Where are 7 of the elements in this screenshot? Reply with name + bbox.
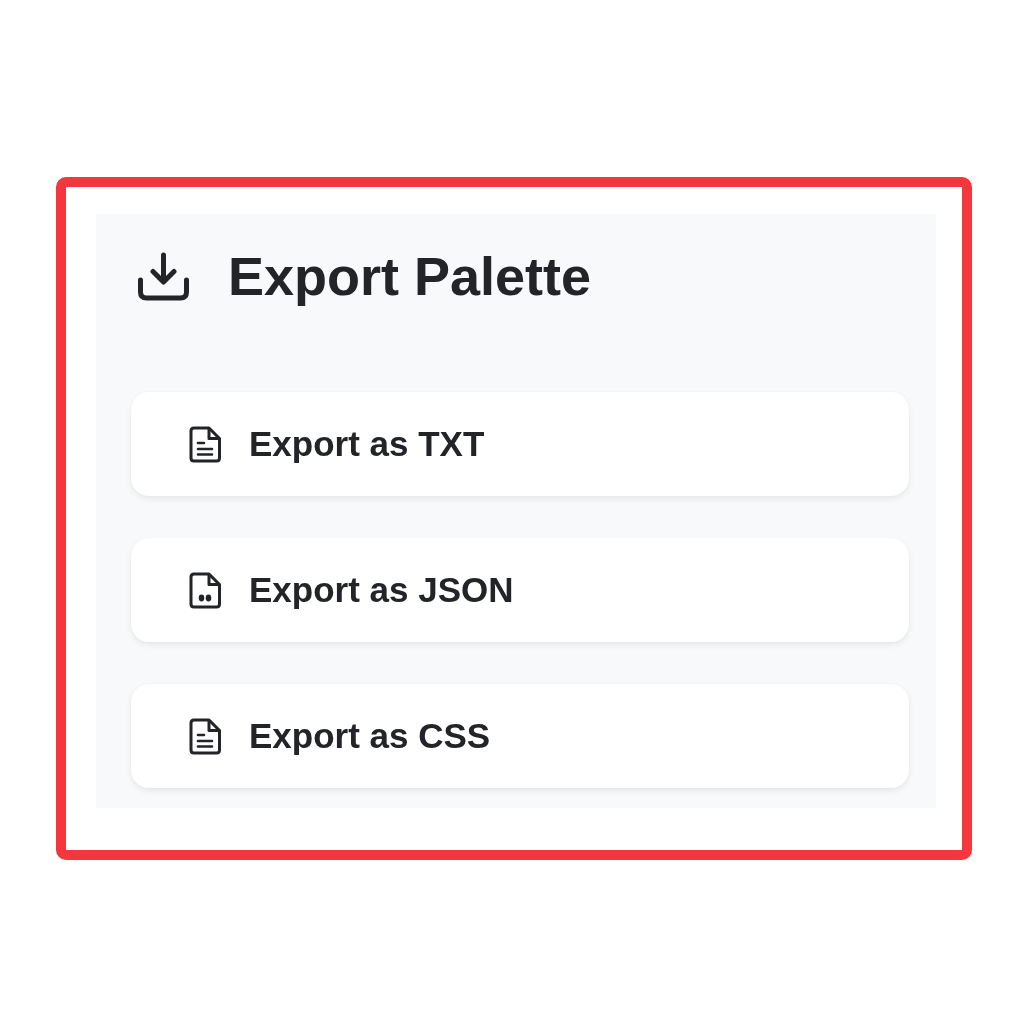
export-option-button[interactable]: Export as JSON (131, 538, 909, 642)
file-icon (188, 571, 222, 609)
document-icon (188, 717, 222, 755)
document-icon (188, 425, 222, 463)
export-option-button[interactable]: Export as CSS (131, 684, 909, 788)
export-option-button[interactable]: Export as TXT (131, 392, 909, 496)
download-icon (137, 251, 190, 301)
